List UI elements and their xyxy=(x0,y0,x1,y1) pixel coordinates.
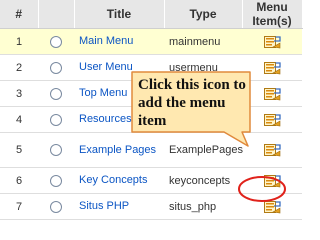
row-number: 1 xyxy=(0,28,38,55)
column-header-type[interactable]: Type xyxy=(164,0,243,29)
menu-title-link[interactable]: Top Menu xyxy=(79,87,127,99)
row-select-radio[interactable] xyxy=(50,61,62,74)
menu-type: situs_php xyxy=(164,193,242,220)
row-number: 4 xyxy=(0,106,38,133)
menu-title-link[interactable]: Key Concepts xyxy=(79,174,147,186)
table-row: 1 Main Menu mainmenu xyxy=(0,28,302,55)
row-select-radio[interactable] xyxy=(50,174,62,187)
menu-items-icon[interactable] xyxy=(263,35,281,49)
column-header-select xyxy=(38,0,75,29)
row-select-radio[interactable] xyxy=(50,87,62,100)
menu-items-icon[interactable] xyxy=(263,87,281,101)
menu-title-link[interactable]: Resources xyxy=(79,113,132,125)
menu-title-link[interactable]: Situs PHP xyxy=(79,200,129,212)
column-header-title[interactable]: Title xyxy=(74,0,165,29)
menu-items-icon[interactable] xyxy=(263,61,281,75)
menu-type: keyconcepts xyxy=(164,167,242,194)
row-select-radio[interactable] xyxy=(50,113,62,126)
row-number: 5 xyxy=(0,132,38,168)
menu-title-link[interactable]: Main Menu xyxy=(79,35,133,47)
highlight-circle xyxy=(238,176,286,202)
instruction-callout: Click this icon to add the menu item xyxy=(128,70,254,148)
row-select-radio[interactable] xyxy=(50,200,62,213)
menu-type: mainmenu xyxy=(164,28,242,55)
menu-title-link[interactable]: User Menu xyxy=(79,61,133,73)
table-header-row: # Title Type Menu Item(s) xyxy=(0,0,303,29)
row-number: 2 xyxy=(0,54,38,81)
column-header-menu-items: Menu Item(s) xyxy=(242,0,303,29)
row-number: 6 xyxy=(0,167,38,194)
row-number: 7 xyxy=(0,193,38,220)
row-select-radio[interactable] xyxy=(50,144,62,157)
callout-text: Click this icon to add the menu item xyxy=(138,77,246,129)
row-number: 3 xyxy=(0,80,38,107)
menu-items-icon[interactable] xyxy=(263,113,281,127)
row-select-radio[interactable] xyxy=(50,35,62,48)
menu-items-icon[interactable] xyxy=(263,143,281,157)
column-header-number[interactable]: # xyxy=(0,0,39,29)
